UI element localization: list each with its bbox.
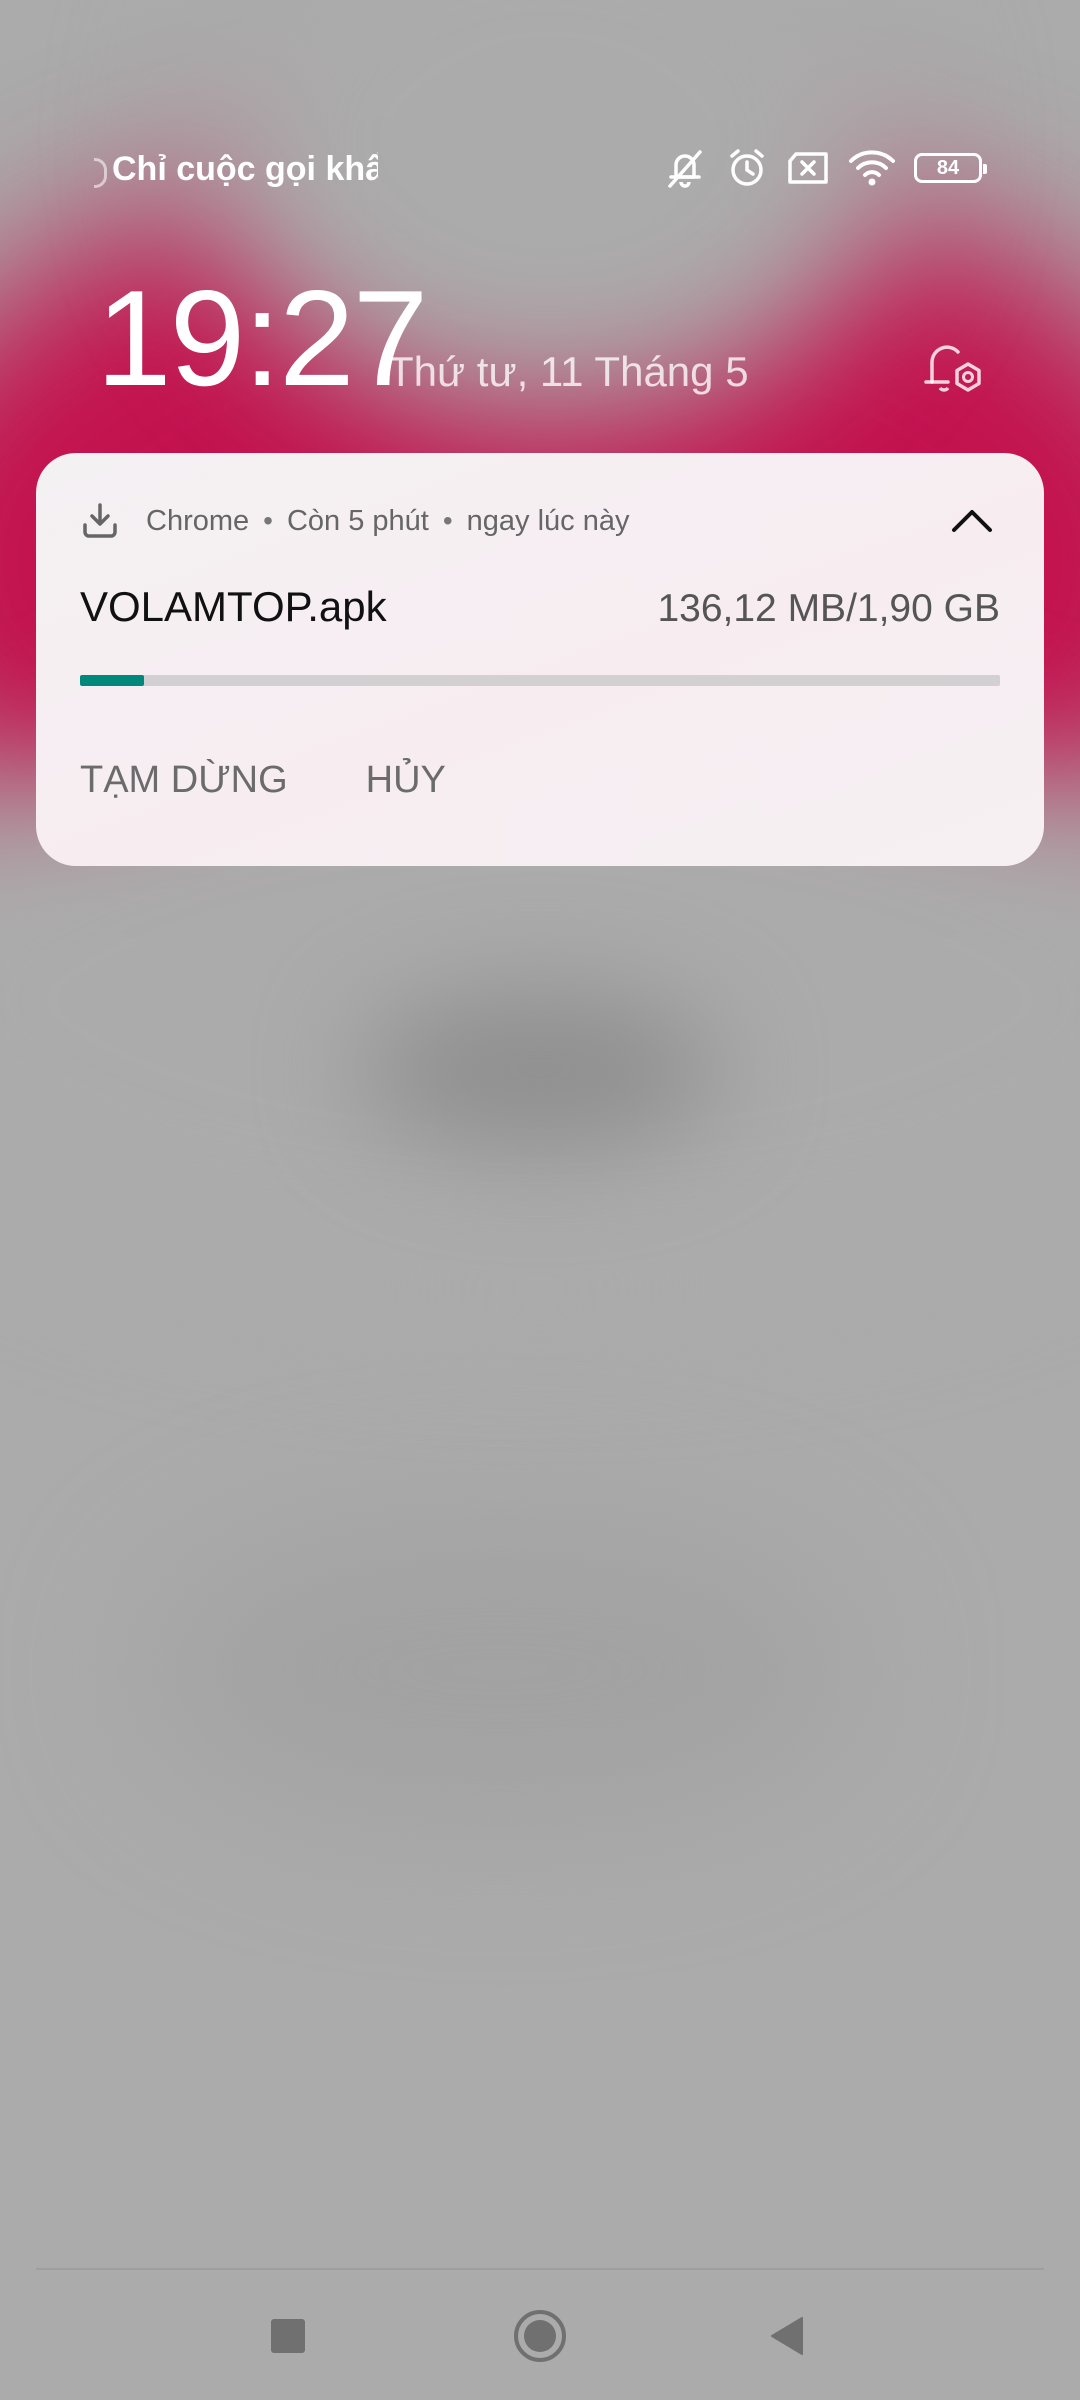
notification-header: Chrome • Còn 5 phút • ngay lúc này [80, 497, 630, 545]
recents-square-icon [271, 2319, 305, 2353]
download-icon [83, 503, 117, 538]
download-progress-bar [80, 675, 1000, 686]
lockscreen-date: Thứ tư, 11 Tháng 5 [388, 348, 749, 395]
notification-app-name: Chrome [146, 504, 250, 537]
notification-settings-icon[interactable] [918, 334, 988, 404]
download-progress-fill [80, 675, 145, 686]
download-notification-card[interactable]: Chrome • Còn 5 phút • ngay lúc này VOLAM… [36, 453, 1044, 866]
home-button[interactable] [500, 2296, 580, 2376]
header-separator: • [263, 505, 273, 536]
download-file-name: VOLAMTOP.apk [80, 583, 387, 630]
wifi-icon [849, 150, 895, 186]
carrier-text: Chỉ cuộc gọi khẩn cấp [112, 150, 378, 188]
battery-icon: 84 [914, 153, 987, 183]
header-separator: • [442, 505, 453, 536]
download-size-progress: 136,12 MB/1,90 GB [657, 587, 1000, 630]
cancel-button[interactable]: HỦY [366, 759, 446, 802]
back-button[interactable] [748, 2296, 828, 2376]
notification-actions: TẠM DỪNG HỦY [80, 759, 446, 802]
collapse-chevron-up-icon[interactable] [944, 493, 1000, 549]
wallpaper-shadow [150, 1520, 850, 1820]
silent-bell-icon [668, 150, 702, 188]
recents-button[interactable] [248, 2296, 328, 2376]
notification-timestamp: ngay lúc này [466, 504, 630, 537]
back-triangle-icon [771, 2317, 803, 2355]
status-bar: Chỉ cuộc gọi khẩn cấp 84 [0, 140, 1080, 202]
carrier-text-container: Chỉ cuộc gọi khẩn cấp [88, 140, 378, 202]
status-icons: 84 [662, 146, 987, 190]
pause-button[interactable]: TẠM DỪNG [80, 759, 288, 802]
nav-bar-divider [36, 2268, 1044, 2270]
battery-level: 84 [936, 156, 960, 179]
lockscreen-clock: 19:27 [96, 262, 428, 414]
wallpaper-dark-spot [360, 990, 720, 1150]
notification-time-remaining: Còn 5 phút [286, 504, 429, 537]
alarm-icon [730, 149, 764, 186]
no-sim-icon [788, 152, 828, 184]
home-circle-icon [514, 2310, 566, 2362]
